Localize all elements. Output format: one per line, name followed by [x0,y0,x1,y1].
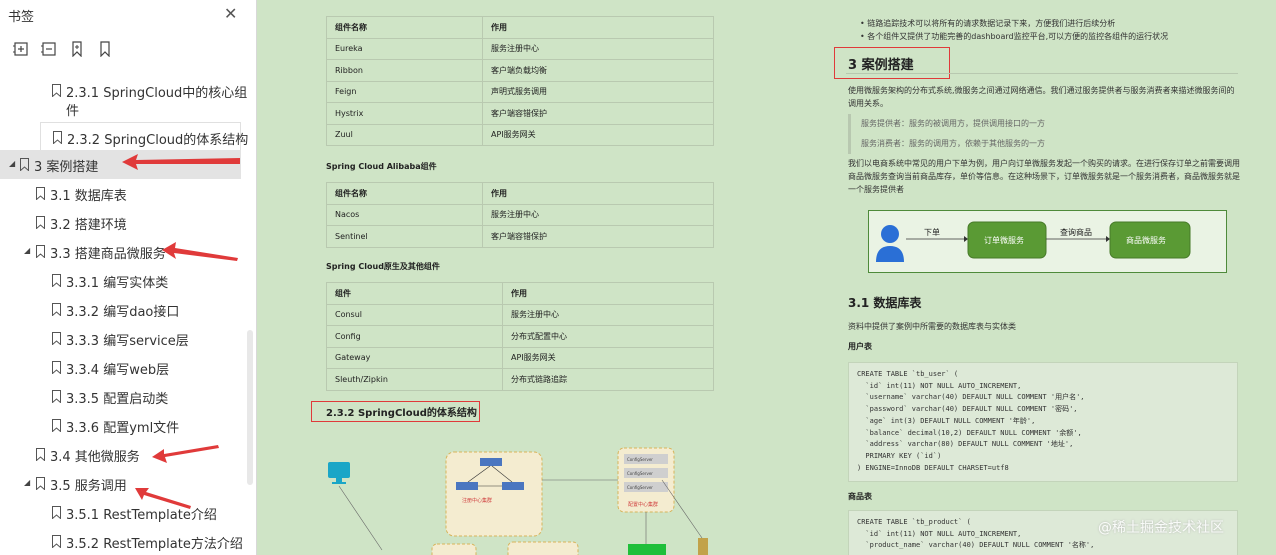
bookmark-item-3-3-3[interactable]: 3.3.3 编写service层 [0,324,245,353]
bookmark-item-3-5-2[interactable]: 3.5.2 RestTemplate方法介绍 [0,527,245,555]
section-title: Spring Cloud原生及其他组件 [326,262,440,271]
bookmark-flag-icon [52,419,61,432]
bookmark-item-3-3-4[interactable]: 3.3.4 编写web层 [0,353,245,382]
svg-text:ConfigServer: ConfigServer [627,485,653,490]
table-row: Nacos 服务注册中心 [326,203,714,226]
bookmark-item-2-3-1[interactable]: 2.3.1 SpringCloud中的核心组 件 [40,78,247,122]
svg-text:下单: 下单 [924,227,940,237]
svg-text:配置中心集群: 配置中心集群 [628,501,658,508]
table-row: Sentinel 客户端容错保护 [326,225,714,248]
table-row: Eureka 服务注册中心 [326,37,714,60]
bookmark-item-3-3-2[interactable]: 3.3.2 编写dao接口 [0,295,245,324]
chevron-down-icon[interactable]: ◢ [24,478,30,487]
table-row: Gateway API服务网关 [326,346,714,369]
bookmark-item-3-5-1[interactable]: 3.5.1 RestTemplate介绍 [0,498,245,527]
computer-icon [328,462,350,484]
sidebar-scrollbar[interactable] [247,330,253,485]
heading-3-1: 3.1 数据库表 [848,296,922,310]
paragraph: 我们以电商系统中常见的用户下单为例，用户向订单微服务发起一个购买的请求。在进行保… [848,159,1240,194]
svg-text:订单微服务: 订单微服务 [984,235,1024,245]
bookmark-item-2-3-2[interactable]: 2.3.2 SpringCloud的体系结构 [40,122,248,151]
document-page-right: • 链路追踪技术可以将所有的请求数据记录下来，方便我们进行后续分析 • 各个组件… [800,0,1276,555]
bookmark-item-3-3-6[interactable]: 3.3.6 配置yml文件 [0,411,245,440]
bookmark-flag-icon [20,158,29,171]
blockquote: 服务提供者：服务的被调用方，提供调用接口的一方 服务消费者：服务的调用方，依赖于… [848,114,1238,154]
native-table: 组件 作用 Consul 服务注册中心 Config 分布式配置中心 Gateway A… [326,282,714,391]
bookmark-item-3-2[interactable]: 3.2 搭建环境 [0,208,245,237]
chevron-down-icon[interactable]: ◢ [9,159,15,168]
annotation-arrow-icon [152,445,219,463]
table-row: Feign 声明式服务调用 [326,80,714,103]
table-row: Consul 服务注册中心 [326,303,714,326]
bullet-item: • 各个组件又提供了功能完善的dashboard监控平台,可以方便的监控各组件的… [860,32,1169,41]
paragraph: 资料中提供了案例中所需要的数据库表与实体类 [848,322,1016,331]
collapse-all-icon[interactable] [38,38,60,60]
architecture-diagram: 注册中心集群 ConfigServer ConfigServer ConfigS… [328,447,708,555]
heading-2-3-2: 2.3.2 SpringCloud的体系结构 [326,408,477,419]
bookmark-panel: 书签 ✕ 2.3.1 SpringCloud中的核心组 件 2.3.2 Spri… [0,0,257,555]
bookmark-flag-icon [53,131,62,144]
bookmark-flag-icon [52,303,61,316]
bookmark-flag-icon [36,216,45,229]
svg-text:查询商品: 查询商品 [1060,227,1092,237]
watermark: @稀土掘金技术社区 [1098,520,1224,536]
bookmark-icon[interactable] [94,38,116,60]
flow-diagram: 下单 订单微服务 查询商品 商品微服务 [868,210,1227,273]
annotation-arrow-icon [162,242,238,261]
bookmark-item-3-1[interactable]: 3.1 数据库表 [0,179,245,208]
table-row: Sleuth/Zipkin 分布式链路追踪 [326,368,714,391]
table-row: Hystrix 客户端容错保护 [326,102,714,125]
bookmark-flag-icon [36,245,45,258]
section-title: Spring Cloud Alibaba组件 [326,162,437,171]
svg-text:注册中心集群: 注册中心集群 [462,497,492,504]
panel-title: 书签 [8,10,35,25]
close-icon[interactable]: ✕ [224,4,237,23]
bookmark-flag-icon [52,390,61,403]
bookmark-flag-icon [36,448,45,461]
bookmark-flag-icon [52,535,61,548]
bookmark-item-3-3-5[interactable]: 3.3.5 配置启动类 [0,382,245,411]
expand-all-icon[interactable] [10,38,32,60]
chevron-down-icon[interactable]: ◢ [24,246,30,255]
heading-3: 3 案例搭建 [848,58,914,73]
svg-text:ConfigServer: ConfigServer [627,471,653,476]
table-row: Ribbon 客户端负载均衡 [326,59,714,82]
bookmark-flag-icon [52,361,61,374]
annotation-arrow-icon [122,154,240,170]
bookmark-flag-icon [36,187,45,200]
bookmark-flag-icon [52,332,61,345]
table-row: Config 分布式配置中心 [326,325,714,348]
bookmark-flag-icon [36,477,45,490]
paragraph: 使用微服务架构的分布式系统,微服务之间通过网络通信。我们通过服务提供者与服务消费… [848,86,1235,108]
bookmark-item-3-3-1[interactable]: 3.3.1 编写实体类 [0,266,245,295]
heading-divider [846,73,1238,74]
code-block-user: CREATE TABLE `tb_user` ( `id` int(11) NO… [848,362,1238,482]
components-table: 组件名称 作用 Eureka 服务注册中心 Ribbon 客户端负载均衡 Feign 声… [326,16,714,146]
svg-text:ConfigServer: ConfigServer [627,457,653,462]
document-page-left: 组件名称 作用 Eureka 服务注册中心 Ribbon 客户端负载均衡 Feign 声… [258,0,778,555]
bullet-item: • 链路追踪技术可以将所有的请求数据记录下来，方便我们进行后续分析 [860,19,1116,28]
user-table-title: 用户表 [848,342,872,351]
bookmark-flag-icon [52,274,61,287]
bookmark-item-3-5[interactable]: ◢ 3.5 服务调用 [0,469,245,498]
bookmark-add-icon[interactable] [66,38,88,60]
svg-text:商品微服务: 商品微服务 [1126,235,1166,245]
product-table-title: 商品表 [848,492,872,501]
table-row: Zuul API服务网关 [326,123,714,146]
annotation-arrow-icon [135,488,191,509]
bookmark-flag-icon [52,84,61,97]
bookmark-flag-icon [52,506,61,519]
alibaba-table: 组件名称 作用 Nacos 服务注册中心 Sentinel 客户端容错保护 [326,182,714,248]
